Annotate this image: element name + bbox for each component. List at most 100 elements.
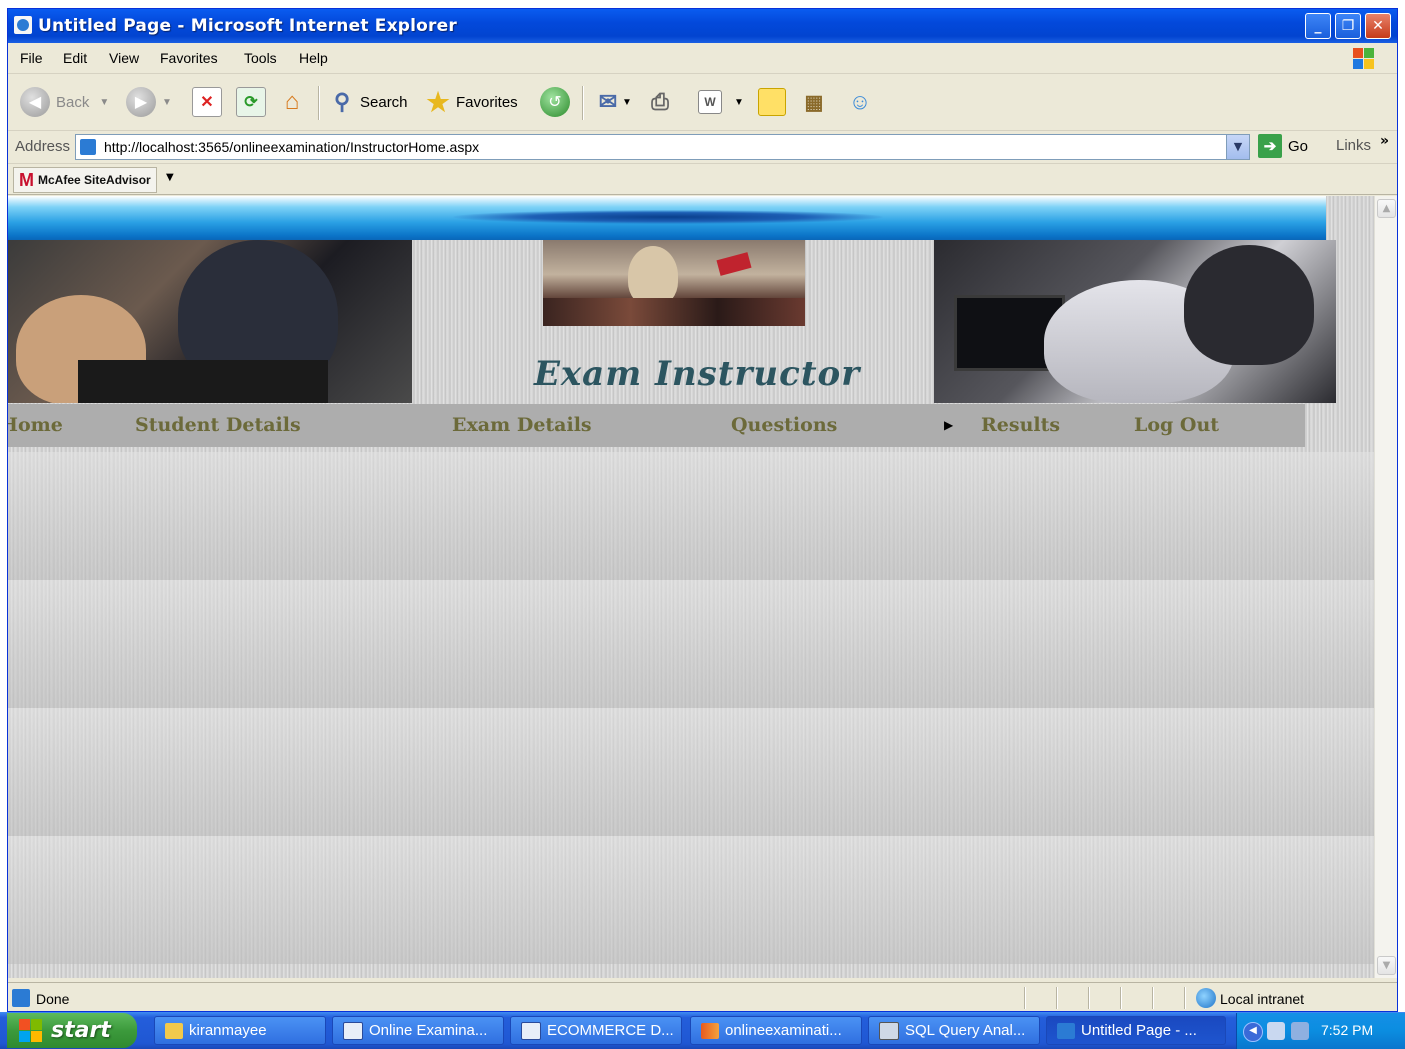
forward-button[interactable]: ▶ ▼ xyxy=(126,84,172,120)
links-button[interactable]: Links xyxy=(1336,137,1371,154)
history-button[interactable]: ↺ xyxy=(540,84,576,120)
nav-exam-details[interactable]: Exam Details xyxy=(452,414,592,436)
research-button[interactable]: ▦ xyxy=(800,84,828,120)
address-url[interactable]: http://localhost:3565/onlineexamination/… xyxy=(104,139,479,155)
nav-questions[interactable]: Questions xyxy=(731,414,837,436)
windows-logo-icon xyxy=(19,1018,43,1043)
mail-icon: ✉ xyxy=(598,89,618,114)
ie-page-icon xyxy=(14,16,32,34)
menu-help[interactable]: Help xyxy=(299,50,328,66)
tray-app-icon[interactable] xyxy=(1291,1022,1309,1040)
refresh-button[interactable]: ⟳ xyxy=(236,84,266,120)
page-icon xyxy=(80,139,96,155)
toolbar-separator xyxy=(318,86,320,120)
vertical-scrollbar[interactable]: ▲ ▼ xyxy=(1374,196,1397,978)
edit-button[interactable]: W ▼ xyxy=(698,84,744,120)
search-button[interactable]: ⚲ Search xyxy=(328,84,408,120)
taskbar: start kiranmayee Online Examina... ECOMM… xyxy=(0,1012,1405,1049)
toolbar-separator xyxy=(582,86,584,120)
address-input[interactable]: http://localhost:3565/onlineexamination/… xyxy=(75,134,1250,160)
forward-arrow-icon: ▶ xyxy=(126,87,156,117)
mcafee-logo-icon: M xyxy=(19,169,34,190)
word-document-icon xyxy=(521,1021,541,1040)
submenu-arrow-icon[interactable]: ▶ xyxy=(944,418,953,432)
header-photo-lab xyxy=(934,240,1336,403)
network-icon[interactable] xyxy=(1267,1022,1285,1040)
edit-dropdown-icon[interactable]: ▼ xyxy=(734,97,744,108)
start-button[interactable]: start xyxy=(7,1013,137,1048)
address-bar: Address http://localhost:3565/onlineexam… xyxy=(8,131,1397,164)
header-photo-students xyxy=(8,240,412,403)
standard-toolbar: ◀ Back ▼ ▶ ▼ ✕ ⟳ ⌂ ⚲ Search ★ Favorites … xyxy=(8,74,1397,131)
main-nav: Home Student Details Exam Details Questi… xyxy=(8,404,1305,447)
mail-button[interactable]: ✉ ▼ xyxy=(594,84,632,120)
nav-home[interactable]: Home xyxy=(8,414,63,436)
forward-dropdown-icon[interactable]: ▼ xyxy=(162,97,172,108)
menu-bar: File Edit View Favorites Tools Help xyxy=(8,45,1397,74)
clock[interactable]: 7:52 PM xyxy=(1321,1022,1373,1038)
nav-results[interactable]: Results xyxy=(981,414,1060,436)
background-band xyxy=(8,836,1374,964)
task-sql-query-analyzer[interactable]: SQL Query Anal... xyxy=(868,1016,1040,1045)
back-arrow-icon: ◀ xyxy=(20,87,50,117)
messenger-button[interactable]: ☺ xyxy=(846,84,874,120)
visual-studio-icon xyxy=(701,1022,719,1039)
task-label: Untitled Page - ... xyxy=(1081,1022,1197,1039)
ie-window: Untitled Page - Microsoft Internet Explo… xyxy=(7,8,1398,1012)
back-dropdown-icon[interactable]: ▼ xyxy=(99,97,109,108)
back-button[interactable]: ◀ Back ▼ xyxy=(20,84,109,120)
close-button[interactable]: ✕ xyxy=(1365,13,1391,39)
nav-student-details[interactable]: Student Details xyxy=(135,414,301,436)
status-divider xyxy=(1056,987,1058,1009)
menu-favorites[interactable]: Favorites xyxy=(160,50,218,66)
mail-dropdown-icon[interactable]: ▼ xyxy=(622,97,632,108)
menu-edit[interactable]: Edit xyxy=(63,50,87,66)
favorites-button[interactable]: ★ Favorites xyxy=(424,84,517,120)
mcafee-siteadvisor-button[interactable]: M McAfee SiteAdvisor xyxy=(13,167,157,193)
menu-file[interactable]: File xyxy=(20,50,43,66)
task-visual-studio[interactable]: onlineexaminati... xyxy=(690,1016,862,1045)
header-photo-lecture xyxy=(543,240,805,326)
nav-log-out[interactable]: Log Out xyxy=(1134,414,1219,436)
mcafee-label: McAfee SiteAdvisor xyxy=(38,173,151,187)
go-button[interactable]: ➔ Go xyxy=(1258,134,1308,158)
refresh-icon: ⟳ xyxy=(236,87,266,117)
note-icon xyxy=(758,88,786,116)
task-label: onlineexaminati... xyxy=(725,1022,842,1039)
title-bar[interactable]: Untitled Page - Microsoft Internet Explo… xyxy=(8,9,1397,43)
tray-expand-icon[interactable]: ◀ xyxy=(1243,1022,1263,1042)
task-label: SQL Query Anal... xyxy=(905,1022,1026,1039)
discuss-button[interactable] xyxy=(758,84,786,120)
print-button[interactable]: ⎙ xyxy=(646,84,674,120)
site-brand-title: Exam Instructor xyxy=(534,354,861,394)
word-document-icon xyxy=(343,1021,363,1040)
stop-button[interactable]: ✕ xyxy=(192,84,222,120)
mcafee-dropdown-icon[interactable]: ▼ xyxy=(166,172,174,183)
minimize-button[interactable]: _ xyxy=(1305,13,1331,39)
research-icon: ▦ xyxy=(804,91,824,114)
task-kiranmayee[interactable]: kiranmayee xyxy=(154,1016,326,1045)
task-online-examination-doc[interactable]: Online Examina... xyxy=(332,1016,504,1045)
go-label: Go xyxy=(1288,137,1309,155)
scroll-down-icon[interactable]: ▼ xyxy=(1377,956,1396,975)
audience-shape xyxy=(543,298,805,326)
task-ecommerce-doc[interactable]: ECOMMERCE D... xyxy=(510,1016,682,1045)
search-label: Search xyxy=(360,93,408,111)
address-dropdown-icon[interactable]: ▼ xyxy=(1226,135,1249,159)
task-label: ECOMMERCE D... xyxy=(547,1022,674,1039)
status-divider xyxy=(1120,987,1122,1009)
menu-view[interactable]: View xyxy=(109,50,139,66)
home-button[interactable]: ⌂ xyxy=(278,84,306,120)
folder-icon xyxy=(165,1022,183,1039)
page-viewport: Exam Instructor Home Student Details Exa… xyxy=(8,196,1374,978)
lecturer-figure xyxy=(628,246,678,306)
links-chevron-icon[interactable]: » xyxy=(1380,133,1389,149)
status-divider xyxy=(1024,987,1026,1009)
back-label: Back xyxy=(56,93,90,111)
search-icon: ⚲ xyxy=(333,89,351,114)
restore-button[interactable]: ❐ xyxy=(1335,13,1361,39)
menu-tools[interactable]: Tools xyxy=(244,50,277,66)
status-bar: Done Local intranet xyxy=(8,982,1397,1011)
task-untitled-page[interactable]: Untitled Page - ... xyxy=(1046,1016,1226,1045)
scroll-up-icon[interactable]: ▲ xyxy=(1377,199,1396,218)
